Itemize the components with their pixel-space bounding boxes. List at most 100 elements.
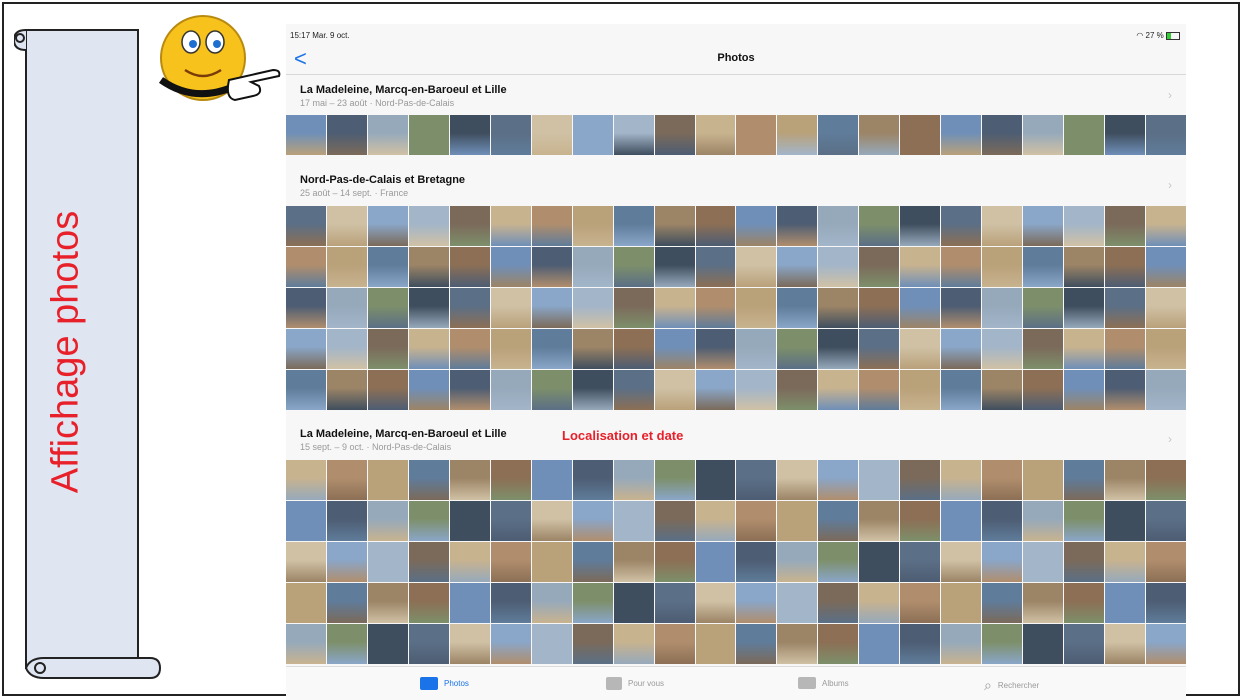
- photo-thumbnail[interactable]: [1146, 288, 1186, 328]
- photo-thumbnail[interactable]: [408, 542, 449, 582]
- photo-thumbnail[interactable]: [408, 329, 449, 369]
- photo-thumbnail[interactable]: [736, 501, 777, 541]
- photo-thumbnail[interactable]: [1064, 329, 1105, 369]
- photo-thumbnail[interactable]: [818, 247, 859, 287]
- photo-thumbnail[interactable]: [654, 329, 695, 369]
- photo-thumbnail[interactable]: [326, 583, 367, 623]
- photo-thumbnail[interactable]: [982, 583, 1023, 623]
- photo-thumbnail[interactable]: [1146, 583, 1186, 623]
- photo-thumbnail[interactable]: [941, 460, 982, 500]
- photo-thumbnail[interactable]: [490, 206, 531, 246]
- photo-thumbnail[interactable]: [490, 542, 531, 582]
- photo-thumbnail[interactable]: [982, 460, 1023, 500]
- photo-thumbnail[interactable]: [367, 206, 408, 246]
- photo-thumbnail[interactable]: [654, 542, 695, 582]
- photo-thumbnail[interactable]: [695, 206, 736, 246]
- photo-thumbnail[interactable]: [613, 501, 654, 541]
- photo-thumbnail[interactable]: [982, 542, 1023, 582]
- photo-thumbnail[interactable]: [1146, 115, 1186, 155]
- photo-thumbnail[interactable]: [367, 115, 408, 155]
- photo-thumbnail[interactable]: [941, 583, 982, 623]
- photo-thumbnail[interactable]: [1023, 115, 1064, 155]
- photo-thumbnail[interactable]: [736, 329, 777, 369]
- photo-thumbnail[interactable]: [1105, 115, 1146, 155]
- tab-search[interactable]: ⌕ Rechercher: [984, 677, 1039, 694]
- photo-thumbnail[interactable]: [572, 329, 613, 369]
- photo-thumbnail[interactable]: [449, 583, 490, 623]
- photo-thumbnail[interactable]: [531, 501, 572, 541]
- photo-thumbnail[interactable]: [859, 206, 900, 246]
- photo-thumbnail[interactable]: [777, 583, 818, 623]
- photo-thumbnail[interactable]: [449, 370, 490, 410]
- photo-thumbnail[interactable]: [572, 624, 613, 664]
- photo-thumbnail[interactable]: [777, 542, 818, 582]
- photo-thumbnail[interactable]: [941, 624, 982, 664]
- photo-thumbnail[interactable]: [695, 247, 736, 287]
- photo-thumbnail[interactable]: [654, 583, 695, 623]
- photo-thumbnail[interactable]: [982, 115, 1023, 155]
- photo-thumbnail[interactable]: [982, 624, 1023, 664]
- photo-thumbnail[interactable]: [408, 624, 449, 664]
- photo-thumbnail[interactable]: [490, 583, 531, 623]
- photo-thumbnail[interactable]: [1105, 329, 1146, 369]
- photo-thumbnail[interactable]: [490, 288, 531, 328]
- photo-thumbnail[interactable]: [613, 115, 654, 155]
- photo-thumbnail[interactable]: [1146, 329, 1186, 369]
- photo-thumbnail[interactable]: [572, 460, 613, 500]
- photo-thumbnail[interactable]: [859, 115, 900, 155]
- photo-thumbnail[interactable]: [449, 624, 490, 664]
- photo-thumbnail[interactable]: [286, 542, 326, 582]
- photo-thumbnail[interactable]: [859, 247, 900, 287]
- photo-thumbnail[interactable]: [1105, 206, 1146, 246]
- photo-thumbnail[interactable]: [326, 460, 367, 500]
- photo-thumbnail[interactable]: [326, 206, 367, 246]
- photo-thumbnail[interactable]: [1023, 501, 1064, 541]
- photo-thumbnail[interactable]: [777, 288, 818, 328]
- photo-thumbnail[interactable]: [531, 329, 572, 369]
- photo-thumbnail[interactable]: [900, 624, 941, 664]
- photo-thumbnail[interactable]: [1146, 542, 1186, 582]
- photo-thumbnail[interactable]: [654, 206, 695, 246]
- photo-thumbnail[interactable]: [736, 247, 777, 287]
- photo-thumbnail[interactable]: [982, 501, 1023, 541]
- photo-thumbnail[interactable]: [326, 247, 367, 287]
- photo-thumbnail[interactable]: [1023, 460, 1064, 500]
- photo-thumbnail[interactable]: [1146, 247, 1186, 287]
- photo-thumbnail[interactable]: [859, 501, 900, 541]
- photo-thumbnail[interactable]: [1023, 542, 1064, 582]
- photo-thumbnail[interactable]: [1023, 624, 1064, 664]
- photo-thumbnail[interactable]: [490, 624, 531, 664]
- photo-thumbnail[interactable]: [818, 329, 859, 369]
- photo-thumbnail[interactable]: [1023, 583, 1064, 623]
- photo-thumbnail[interactable]: [818, 542, 859, 582]
- photo-thumbnail[interactable]: [1023, 206, 1064, 246]
- photo-thumbnail[interactable]: [1023, 329, 1064, 369]
- photo-thumbnail[interactable]: [1023, 247, 1064, 287]
- photo-thumbnail[interactable]: [572, 115, 613, 155]
- photo-thumbnail[interactable]: [777, 206, 818, 246]
- photo-thumbnail[interactable]: [900, 501, 941, 541]
- photo-thumbnail[interactable]: [449, 247, 490, 287]
- photo-thumbnail[interactable]: [531, 460, 572, 500]
- photo-thumbnail[interactable]: [449, 460, 490, 500]
- photo-thumbnail[interactable]: [1146, 460, 1186, 500]
- photo-thumbnail[interactable]: [1064, 115, 1105, 155]
- photo-thumbnail[interactable]: [695, 288, 736, 328]
- photo-thumbnail[interactable]: [613, 206, 654, 246]
- photo-thumbnail[interactable]: [408, 460, 449, 500]
- photo-thumbnail[interactable]: [490, 329, 531, 369]
- photo-thumbnail[interactable]: [695, 329, 736, 369]
- photo-thumbnail[interactable]: [736, 288, 777, 328]
- photo-thumbnail[interactable]: [531, 288, 572, 328]
- photo-thumbnail[interactable]: [531, 583, 572, 623]
- photo-thumbnail[interactable]: [408, 288, 449, 328]
- photo-thumbnail[interactable]: [900, 329, 941, 369]
- photo-thumbnail[interactable]: [286, 583, 326, 623]
- photo-thumbnail[interactable]: [613, 370, 654, 410]
- photo-thumbnail[interactable]: [1105, 460, 1146, 500]
- photo-thumbnail[interactable]: [818, 624, 859, 664]
- photo-thumbnail[interactable]: [736, 583, 777, 623]
- photo-thumbnail[interactable]: [1064, 542, 1105, 582]
- photo-thumbnail[interactable]: [367, 288, 408, 328]
- photo-thumbnail[interactable]: [367, 247, 408, 287]
